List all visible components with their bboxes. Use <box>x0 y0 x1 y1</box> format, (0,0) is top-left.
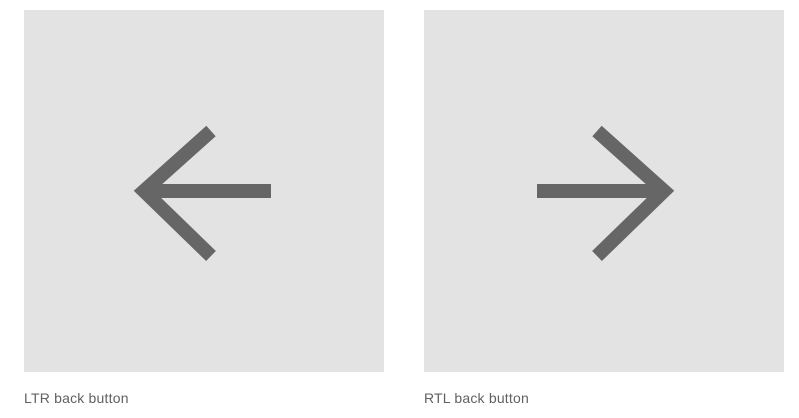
arrow-left-icon <box>133 125 271 262</box>
rtl-caption: RTL back button <box>424 390 529 406</box>
rtl-back-button-figure: RTL back button <box>424 10 784 406</box>
rtl-back-button-tile <box>424 10 784 372</box>
ltr-back-button-figure: LTR back button <box>24 10 384 406</box>
ltr-caption: LTR back button <box>24 390 129 406</box>
ltr-back-button-tile <box>24 10 384 372</box>
arrow-right-icon <box>537 125 675 262</box>
